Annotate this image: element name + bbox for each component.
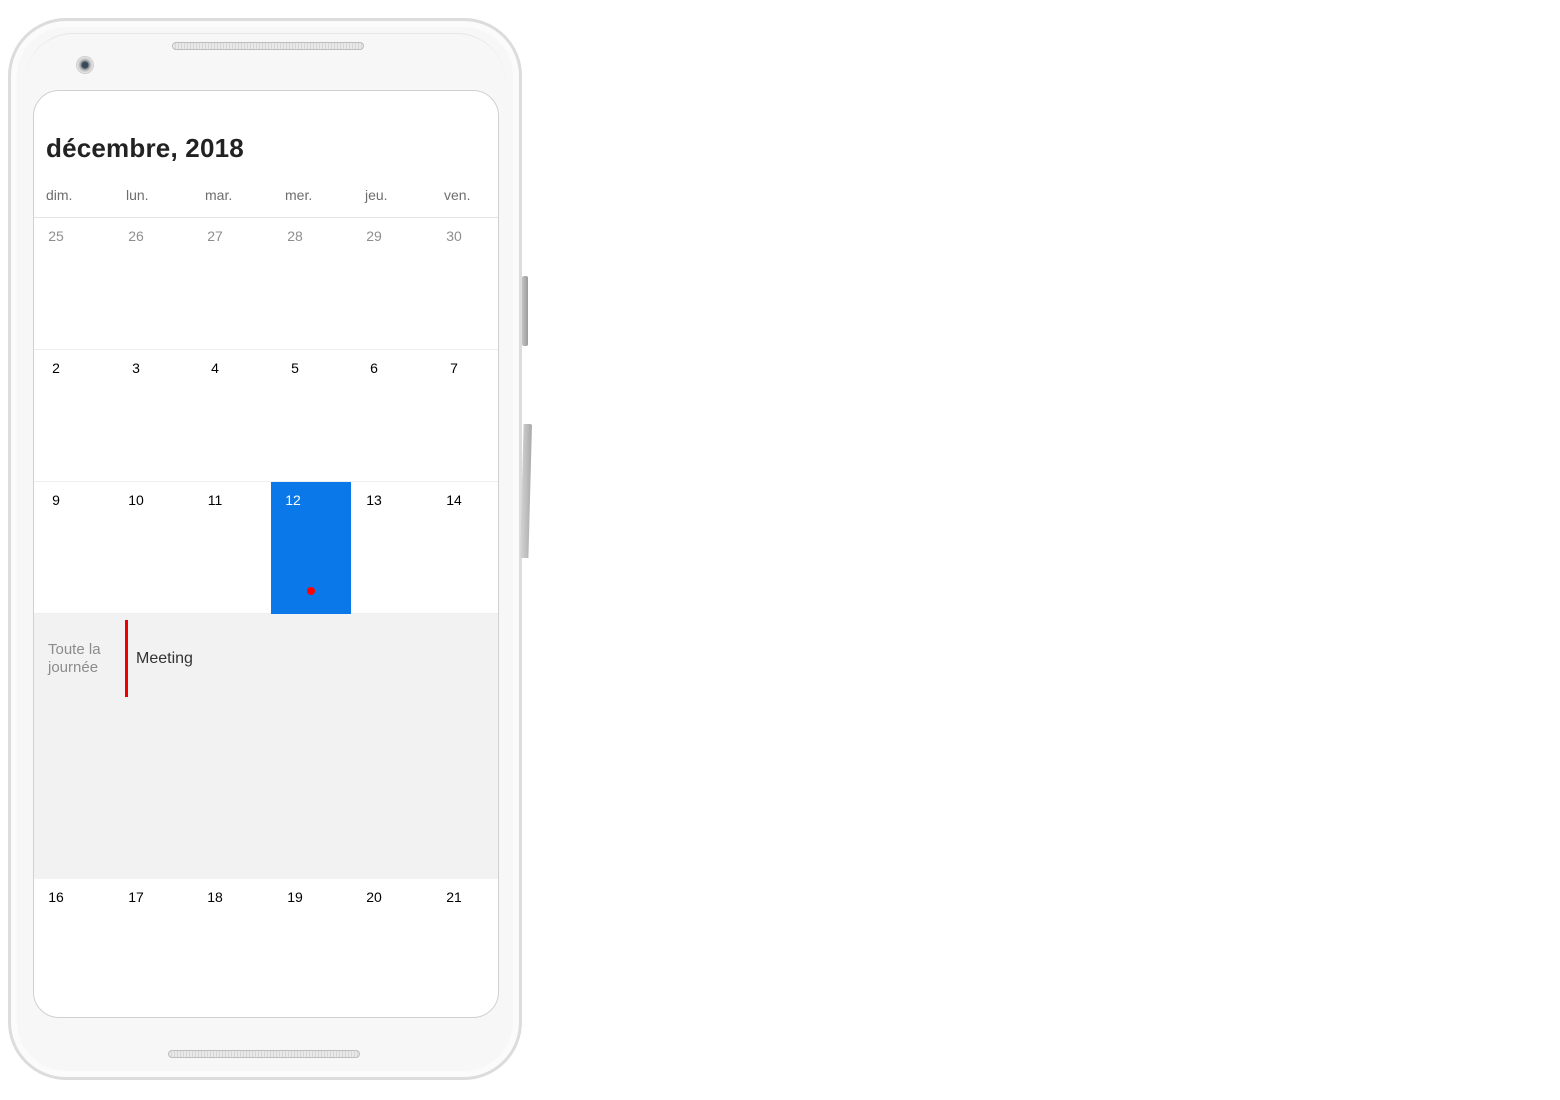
- day-cell[interactable]: 19: [273, 879, 353, 1011]
- volume-button: [522, 276, 528, 346]
- day-cell[interactable]: 11: [193, 482, 273, 614]
- weekday-label: lun.: [126, 187, 149, 203]
- event-title[interactable]: Meeting: [136, 650, 193, 668]
- day-cell[interactable]: 3: [114, 350, 194, 482]
- day-cell[interactable]: 6: [352, 350, 432, 482]
- day-cell[interactable]: 29: [352, 218, 432, 350]
- day-cell[interactable]: 9: [34, 482, 114, 614]
- day-number: 26: [128, 228, 144, 244]
- weekday-label: mer.: [285, 187, 313, 203]
- event-indicator-dot: [307, 587, 315, 595]
- day-number: 13: [366, 492, 382, 508]
- day-number: 29: [366, 228, 382, 244]
- all-day-label: Toute la journée: [48, 641, 101, 676]
- day-cell[interactable]: 10: [114, 482, 194, 614]
- weekday-label: jeu.: [365, 187, 388, 203]
- day-cell[interactable]: 2: [34, 350, 114, 482]
- top-speaker-grille: [172, 42, 364, 50]
- calendar-week: 9 10 11 12 13 14: [34, 482, 498, 614]
- day-number: 11: [207, 492, 223, 508]
- day-cell[interactable]: 13: [352, 482, 432, 614]
- weekday-label: ven.: [444, 187, 471, 203]
- day-number: 19: [287, 889, 303, 905]
- day-number: 30: [446, 228, 462, 244]
- day-number: 3: [132, 360, 140, 376]
- calendar-week: 2 3 4 5 6 7: [34, 350, 498, 482]
- day-cell[interactable]: 16: [34, 879, 114, 1011]
- day-number: 6: [370, 360, 378, 376]
- day-cell[interactable]: 20: [352, 879, 432, 1011]
- day-number: 21: [446, 889, 462, 905]
- weekday-header: dim. lun. mar. mer. jeu. ven.: [34, 187, 498, 218]
- bottom-speaker-grille: [168, 1050, 360, 1058]
- day-number: 28: [287, 228, 303, 244]
- day-number: 20: [366, 889, 382, 905]
- day-cell[interactable]: 4: [193, 350, 273, 482]
- calendar-week: 25 26 27 28 29 30: [34, 218, 498, 350]
- day-number: 14: [446, 492, 462, 508]
- day-cell[interactable]: 5: [273, 350, 353, 482]
- day-cell[interactable]: 14: [432, 482, 498, 614]
- day-cell[interactable]: 30: [432, 218, 498, 350]
- event-color-bar: [125, 620, 128, 697]
- month-title[interactable]: décembre, 2018: [46, 133, 244, 164]
- day-number: 12: [285, 492, 301, 508]
- day-cell[interactable]: 27: [193, 218, 273, 350]
- calendar-week: 16 17 18 19 20 21: [34, 879, 498, 1011]
- weekday-label: mar.: [205, 187, 233, 203]
- day-number: 18: [207, 889, 223, 905]
- agenda-panel: Toute la journée Meeting: [34, 614, 498, 879]
- day-cell[interactable]: 28: [273, 218, 353, 350]
- day-cell[interactable]: 26: [114, 218, 194, 350]
- day-number: 17: [128, 889, 144, 905]
- day-number: 4: [211, 360, 219, 376]
- calendar-screen: décembre, 2018 dim. lun. mar. mer. jeu. …: [33, 90, 499, 1018]
- day-number: 10: [128, 492, 144, 508]
- day-number: 25: [48, 228, 64, 244]
- day-cell-selected[interactable]: 12: [271, 482, 351, 614]
- weekday-label: dim.: [46, 187, 73, 203]
- day-cell[interactable]: 25: [34, 218, 114, 350]
- day-number: 9: [52, 492, 60, 508]
- front-camera-icon: [77, 57, 93, 73]
- day-cell[interactable]: 17: [114, 879, 194, 1011]
- day-number: 2: [52, 360, 60, 376]
- day-number: 7: [450, 360, 458, 376]
- day-number: 16: [48, 889, 64, 905]
- day-cell[interactable]: 21: [432, 879, 498, 1011]
- day-number: 5: [291, 360, 299, 376]
- day-cell[interactable]: 18: [193, 879, 273, 1011]
- day-number: 27: [207, 228, 223, 244]
- day-cell[interactable]: 7: [432, 350, 498, 482]
